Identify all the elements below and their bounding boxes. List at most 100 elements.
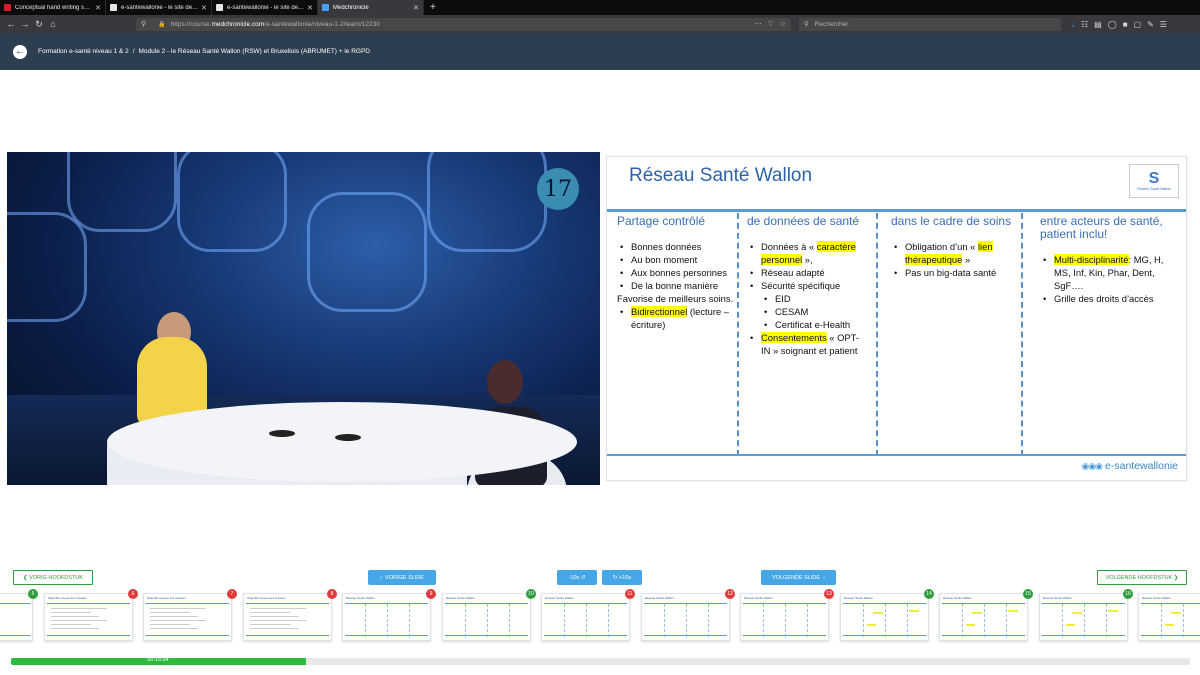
prev-slide-button[interactable]: ‹ VORIGE SLIDE bbox=[368, 570, 436, 585]
library-icon[interactable]: ☷ bbox=[1081, 20, 1088, 29]
page-actions-icon[interactable]: ⋯ bbox=[754, 20, 761, 28]
lock-icon[interactable]: 🔒 bbox=[158, 21, 165, 28]
slide-thumbnail[interactable]: Réseau Santé Wallon bbox=[641, 593, 730, 641]
extension-icon[interactable]: ■ bbox=[1123, 20, 1128, 29]
thumbnail-text-line bbox=[250, 608, 306, 609]
menu-icon[interactable]: ☰ bbox=[1160, 20, 1167, 29]
slide-thumbnail[interactable]: Réseau Santé Wallon bbox=[840, 593, 929, 641]
bullet-list: Obligation d’un « lien thérapeutique »Pa… bbox=[891, 240, 1019, 279]
prev-chapter-button[interactable]: ❮ VORIG HOOFDSTUK bbox=[13, 570, 93, 585]
slide-thumbnail[interactable]: Réseau Santé Wallon bbox=[740, 593, 829, 641]
thumbnail-text-line bbox=[250, 616, 298, 617]
slide-thumbnail[interactable]: Objectifs réseau des réseaux bbox=[243, 593, 332, 641]
prev-slide-label: VORIGE SLIDE bbox=[385, 574, 424, 581]
thumbnail-highlight bbox=[1072, 612, 1082, 614]
browser-tab[interactable]: Conceptual hand writing showi ✕ bbox=[0, 0, 106, 15]
progress-bar[interactable]: 00:15:54 bbox=[11, 657, 1190, 665]
thumbnail-divider bbox=[907, 604, 908, 637]
slide-thumbnail[interactable]: Réseau Santé Wallon bbox=[939, 593, 1028, 641]
thumbnail-highlight bbox=[909, 610, 919, 612]
back-button[interactable]: ← bbox=[13, 44, 27, 59]
slide-thumbnail[interactable]: Objectifs réseau des réseaux bbox=[44, 593, 133, 641]
rsw-logo-letter: S bbox=[1148, 170, 1160, 187]
e-santewallonie-logo-text: e-santewallonie bbox=[1105, 460, 1178, 472]
people-icon: ◉◉◉ bbox=[1081, 460, 1103, 471]
bookmark-star-icon[interactable]: ☆ bbox=[780, 20, 786, 28]
edit-icon[interactable]: ✎ bbox=[1147, 20, 1154, 29]
favicon-icon bbox=[322, 4, 329, 11]
shield-icon[interactable]: ⚲ bbox=[141, 20, 146, 28]
bullet-item: EID bbox=[747, 292, 865, 305]
circle-arrow-right-icon: ❯ bbox=[1172, 574, 1179, 581]
close-tab-icon[interactable]: ✕ bbox=[307, 4, 313, 12]
breadcrumb-course[interactable]: Formation e-santé niveau 1 & 2 bbox=[38, 48, 129, 55]
favicon-icon bbox=[110, 4, 117, 11]
sidebar-icon[interactable]: ▤ bbox=[1094, 20, 1102, 29]
close-tab-icon[interactable]: ✕ bbox=[201, 4, 207, 12]
slide-thumbnail[interactable]: Réseau Santé Wallon bbox=[342, 593, 431, 641]
forward-arrow-icon[interactable]: → bbox=[18, 19, 32, 29]
prev-chapter-label: VORIG HOOFDSTUK bbox=[29, 574, 83, 581]
rsw-logo-caption: Réseau Santé Wallon bbox=[1137, 187, 1171, 191]
reload-icon[interactable]: ↻ bbox=[32, 19, 46, 30]
thumbnail-title: Réseau Santé Wallon bbox=[943, 596, 972, 600]
close-tab-icon[interactable]: ✕ bbox=[95, 4, 101, 12]
thumbnail-title: Réseau Santé Wallon bbox=[346, 596, 375, 600]
url-bar[interactable]: ⚲ 🔒 https://course.medchronicle.com/e-sa… bbox=[136, 17, 791, 31]
next-chapter-button[interactable]: VOLGENDE HOOFDSTUK ❯ bbox=[1097, 570, 1187, 585]
thumbnail-title: Réseau Santé Wallon bbox=[545, 596, 574, 600]
screenshot-icon[interactable]: ▢ bbox=[1134, 20, 1142, 29]
forward-button[interactable]: ↻ +10s bbox=[602, 570, 642, 585]
slide-thumbnail[interactable]: Objectifs réseau des réseaux bbox=[143, 593, 232, 641]
back-arrow-icon[interactable]: ← bbox=[4, 19, 18, 29]
browser-tab[interactable]: e-santewallonie - le site de la forma✕ bbox=[106, 0, 212, 15]
browser-tab[interactable]: e-santewallonie - le site de la forma✕ bbox=[212, 0, 318, 15]
studio-light bbox=[7, 212, 87, 322]
slide-number-badge: 11 bbox=[625, 589, 635, 599]
slide-thumbnail[interactable] bbox=[0, 593, 33, 641]
thumbnail-rule bbox=[0, 603, 30, 604]
bullet-text-after: » bbox=[962, 254, 971, 265]
pocket-icon[interactable]: ♡ bbox=[767, 20, 773, 28]
breadcrumb-module: Module 2 - le Réseau Santé Wallon (RSW) … bbox=[138, 48, 371, 55]
slide-number-badge: 15 bbox=[1023, 589, 1033, 599]
thumbnail-highlight bbox=[1171, 612, 1181, 614]
thumbnail-divider bbox=[863, 604, 864, 637]
thumbnail-highlight bbox=[1165, 624, 1174, 626]
rewind-button[interactable]: -10s ↺ bbox=[557, 570, 597, 585]
rsw-logo: S Réseau Santé Wallon bbox=[1129, 164, 1179, 198]
thumbnail-divider bbox=[608, 604, 609, 637]
thumbnail-rule bbox=[1141, 603, 1200, 604]
thumbnail-highlight bbox=[867, 624, 876, 626]
home-icon[interactable]: ⌂ bbox=[46, 19, 60, 29]
bullet-text: De la bonne manière bbox=[631, 280, 719, 291]
slide-thumbnail[interactable]: Réseau Santé Wallon bbox=[1039, 593, 1128, 641]
video-player[interactable]: 17 bbox=[7, 152, 600, 485]
new-tab-button[interactable]: + bbox=[424, 0, 442, 15]
slide-number-badge: 12 bbox=[725, 589, 735, 599]
slide-thumbnail[interactable]: Réseau Santé Wallon bbox=[442, 593, 531, 641]
slide-column: entre acteurs de santé, patient inclu! Mu… bbox=[1040, 214, 1175, 456]
close-tab-icon[interactable]: ✕ bbox=[413, 4, 419, 12]
url-text[interactable]: https://course.medchronicle.com/e-santew… bbox=[171, 21, 749, 28]
thumbnail-divider bbox=[1084, 604, 1085, 637]
thumbnail-title: Réseau Santé Wallon bbox=[1142, 596, 1171, 600]
account-icon[interactable]: ◯ bbox=[1108, 20, 1117, 29]
slide-thumbnail[interactable]: Réseau Santé Wallon bbox=[1138, 593, 1200, 641]
slide-thumbnail[interactable]: Réseau Santé Wallon bbox=[541, 593, 630, 641]
thumbnail-divider bbox=[962, 604, 963, 637]
arrow-left-icon: ← bbox=[15, 46, 25, 57]
thumbnail-divider bbox=[465, 604, 466, 637]
slide-number-badge: 14 bbox=[924, 589, 934, 599]
thumbnail-title: Réseau Santé Wallon bbox=[1043, 596, 1072, 600]
thumbnail-highlight bbox=[1066, 624, 1075, 626]
next-slide-button[interactable]: VOLGENDE SLIDE › bbox=[761, 570, 836, 585]
thumbnail-text-line bbox=[250, 624, 290, 625]
thumbnail-title: Objectifs réseau des réseaux bbox=[48, 596, 87, 600]
browser-tab[interactable]: Medchronicle ✕ bbox=[318, 0, 424, 15]
download-icon[interactable]: ↓ bbox=[1071, 20, 1075, 29]
slide-thumbnail-strip: 5 Objectifs réseau des réseaux 6 Objectifs … bbox=[0, 589, 1200, 645]
search-bar[interactable]: ⚲ Rechercher bbox=[799, 17, 1061, 31]
studio-light bbox=[67, 152, 177, 232]
slide-bottom-rule bbox=[607, 454, 1186, 456]
